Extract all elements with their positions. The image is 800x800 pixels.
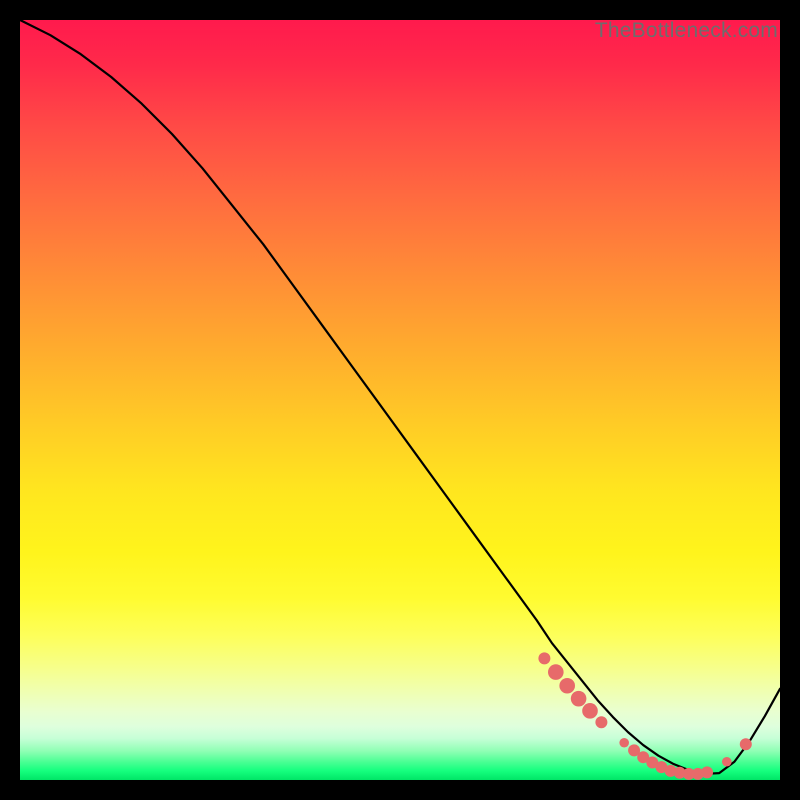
curve-marker (582, 703, 598, 719)
marker-group (538, 652, 751, 780)
curve-marker (619, 738, 629, 748)
curve-marker (559, 678, 575, 694)
curve-marker (740, 738, 752, 750)
chart-frame: TheBottleneck.com (0, 0, 800, 800)
bottleneck-curve (20, 20, 780, 774)
curve-marker (538, 652, 550, 664)
curve-marker (722, 757, 732, 767)
curve-marker (548, 664, 564, 680)
curve-marker (701, 766, 713, 778)
curve-marker (595, 716, 607, 728)
curve-marker (571, 691, 587, 707)
chart-svg (20, 20, 780, 780)
plot-area: TheBottleneck.com (20, 20, 780, 780)
